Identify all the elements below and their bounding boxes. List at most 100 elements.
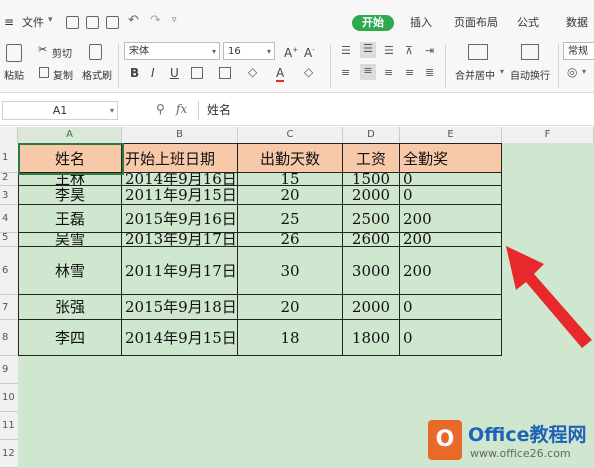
table-cell[interactable]: 2013年9月17日 bbox=[122, 233, 238, 247]
column-header-c[interactable]: C bbox=[238, 127, 343, 143]
table-cell[interactable]: 2015年9月16日 bbox=[122, 205, 238, 233]
row-header-12[interactable]: 12 bbox=[0, 440, 18, 468]
row-header-8[interactable]: 8 bbox=[0, 320, 18, 356]
row-header-11[interactable]: 11 bbox=[0, 412, 18, 440]
table-cell[interactable]: 0 bbox=[400, 295, 502, 320]
column-header-a[interactable]: A bbox=[18, 127, 122, 143]
format-painter-button[interactable]: 格式刷 bbox=[82, 67, 112, 82]
table-cell[interactable]: 200 bbox=[400, 247, 502, 295]
copy-button[interactable]: 复制 bbox=[53, 67, 73, 82]
italic-icon[interactable]: I bbox=[151, 66, 155, 80]
indent-icon[interactable]: ⇥ bbox=[425, 44, 434, 57]
table-cell[interactable]: 1500 bbox=[343, 173, 400, 186]
tab-data[interactable]: 数据 bbox=[566, 15, 588, 31]
table-cell[interactable]: 吴雪 bbox=[18, 233, 122, 247]
zoom-icon[interactable]: ⚲ bbox=[156, 102, 165, 116]
font-name-select[interactable]: 宋体 ▾ bbox=[124, 42, 220, 60]
tab-home[interactable]: 开始 bbox=[352, 15, 394, 31]
table-cell[interactable]: 2011年9月17日 bbox=[122, 247, 238, 295]
function-icon[interactable]: fx bbox=[176, 102, 187, 116]
formula-input[interactable]: 姓名 bbox=[198, 101, 594, 120]
table-header-cell[interactable]: 出勤天数 bbox=[238, 143, 343, 173]
print-preview-icon[interactable] bbox=[106, 16, 119, 29]
eraser-icon[interactable]: ◇ bbox=[304, 65, 313, 79]
table-cell[interactable]: 2600 bbox=[343, 233, 400, 247]
table-header-cell[interactable]: 工资 bbox=[343, 143, 400, 173]
row-header-6[interactable]: 6 bbox=[0, 247, 18, 295]
print-icon[interactable] bbox=[86, 16, 99, 29]
align-top-icon[interactable]: ☰ bbox=[341, 44, 351, 57]
merge-center-button[interactable]: 合并居中 bbox=[455, 67, 495, 82]
column-header-e[interactable]: E bbox=[400, 127, 502, 143]
font-size-select[interactable]: 16 ▾ bbox=[223, 42, 275, 60]
border-icon[interactable] bbox=[191, 67, 203, 79]
table-header-cell[interactable]: 开始上班日期 bbox=[122, 143, 238, 173]
tab-insert[interactable]: 插入 bbox=[410, 15, 432, 31]
table-cell[interactable]: 18 bbox=[238, 320, 343, 356]
table-cell[interactable]: 1800 bbox=[343, 320, 400, 356]
table-cell[interactable]: 25 bbox=[238, 205, 343, 233]
currency-icon[interactable]: ◎ bbox=[567, 65, 577, 79]
bold-icon[interactable]: B bbox=[130, 66, 139, 80]
orientation-icon[interactable]: ⊼ bbox=[405, 44, 413, 57]
table-header-cell[interactable]: 全勤奖 bbox=[400, 143, 502, 173]
table-cell[interactable]: 200 bbox=[400, 205, 502, 233]
table-cell[interactable]: 王磊 bbox=[18, 205, 122, 233]
font-color-icon[interactable]: A bbox=[276, 66, 285, 82]
table-cell[interactable]: 20 bbox=[238, 295, 343, 320]
table-cell[interactable]: 3000 bbox=[343, 247, 400, 295]
scissors-icon[interactable]: ✂ bbox=[38, 43, 47, 56]
name-box[interactable]: A1 ▾ bbox=[2, 101, 118, 120]
row-header-2[interactable]: 2 bbox=[0, 173, 18, 186]
paste-button[interactable]: 粘贴 bbox=[4, 67, 24, 82]
distributed-icon[interactable]: ≣ bbox=[425, 66, 434, 79]
table-cell[interactable]: 2000 bbox=[343, 186, 400, 205]
table-cell[interactable]: 2015年9月18日 bbox=[122, 295, 238, 320]
row-header-7[interactable]: 7 bbox=[0, 295, 18, 320]
paste-icon[interactable] bbox=[6, 44, 22, 62]
align-right-icon[interactable]: ≡ bbox=[384, 66, 393, 79]
highlight-icon[interactable]: ◇ bbox=[248, 65, 257, 79]
tab-formula[interactable]: 公式 bbox=[517, 15, 539, 31]
table-cell[interactable]: 26 bbox=[238, 233, 343, 247]
undo-icon[interactable]: ↶ bbox=[128, 13, 139, 28]
table-cell[interactable]: 200 bbox=[400, 233, 502, 247]
column-header-d[interactable]: D bbox=[343, 127, 400, 143]
table-header-cell[interactable]: 姓名 bbox=[18, 143, 122, 173]
wrap-text-icon[interactable] bbox=[521, 44, 539, 60]
row-header-3[interactable]: 3 bbox=[0, 186, 18, 205]
table-cell[interactable]: 2014年9月15日 bbox=[122, 320, 238, 356]
table-cell[interactable]: 2014年9月16日 bbox=[122, 173, 238, 186]
table-cell[interactable]: 李昊 bbox=[18, 186, 122, 205]
align-center-icon[interactable]: ≡ bbox=[360, 64, 376, 80]
table-cell[interactable]: 20 bbox=[238, 186, 343, 205]
row-header-5[interactable]: 5 bbox=[0, 233, 18, 247]
select-all-corner[interactable] bbox=[0, 127, 18, 143]
table-cell[interactable]: 0 bbox=[400, 320, 502, 356]
row-header-4[interactable]: 4 bbox=[0, 205, 18, 233]
underline-icon[interactable]: U bbox=[170, 66, 179, 80]
chevron-down-icon[interactable]: ▾ bbox=[500, 67, 504, 76]
column-header-b[interactable]: B bbox=[122, 127, 238, 143]
align-left-icon[interactable]: ≡ bbox=[341, 66, 350, 79]
row-header-10[interactable]: 10 bbox=[0, 384, 18, 412]
table-cell[interactable]: 0 bbox=[400, 186, 502, 205]
cut-button[interactable]: 剪切 bbox=[52, 45, 72, 60]
hamburger-icon[interactable]: ≡ bbox=[4, 15, 14, 29]
number-format-select[interactable]: 常规 bbox=[563, 42, 594, 60]
table-cell[interactable]: 2011年9月15日 bbox=[122, 186, 238, 205]
customize-icon[interactable]: ▿ bbox=[172, 15, 177, 25]
table-cell[interactable]: 15 bbox=[238, 173, 343, 186]
decrease-font-icon[interactable]: A- bbox=[304, 43, 315, 60]
table-cell[interactable]: 30 bbox=[238, 247, 343, 295]
tab-page-layout[interactable]: 页面布局 bbox=[454, 15, 498, 31]
save-icon[interactable] bbox=[66, 16, 79, 29]
table-cell[interactable]: 王林 bbox=[18, 173, 122, 186]
table-cell[interactable]: 李四 bbox=[18, 320, 122, 356]
align-middle-icon[interactable]: ☰ bbox=[360, 42, 376, 58]
increase-font-icon[interactable]: A+ bbox=[284, 43, 298, 60]
row-header-1[interactable]: 1 bbox=[0, 143, 18, 173]
table-cell[interactable]: 0 bbox=[400, 173, 502, 186]
align-bottom-icon[interactable]: ☰ bbox=[384, 44, 394, 57]
table-cell[interactable]: 2000 bbox=[343, 295, 400, 320]
